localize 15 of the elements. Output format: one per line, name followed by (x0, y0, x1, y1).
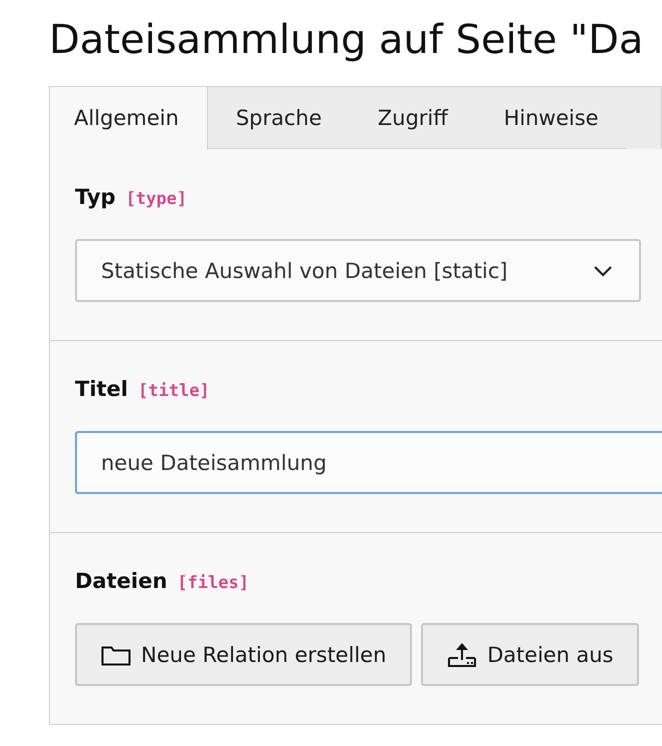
field-label: Dateien (75, 569, 168, 593)
field-key: [type] (126, 189, 187, 209)
type-select[interactable]: Statische Auswahl von Dateien [static] (75, 239, 641, 302)
file-action-button[interactable]: Neue Relation erstellen (75, 623, 412, 686)
chevron-down-icon (593, 264, 613, 276)
upload-icon (447, 642, 478, 668)
field-key: [files] (177, 573, 249, 593)
field-label: Typ (75, 185, 116, 209)
tab[interactable]: Allgemein (50, 87, 208, 150)
field-key: [title] (138, 381, 210, 401)
title-input[interactable]: neue Dateisammlung (75, 431, 662, 494)
file-action-button[interactable]: Dateien aus (421, 623, 640, 686)
folder-icon (101, 644, 131, 666)
field-label: Titel (75, 377, 128, 401)
page-title: Dateisammlung auf Seite "Da (49, 16, 644, 65)
